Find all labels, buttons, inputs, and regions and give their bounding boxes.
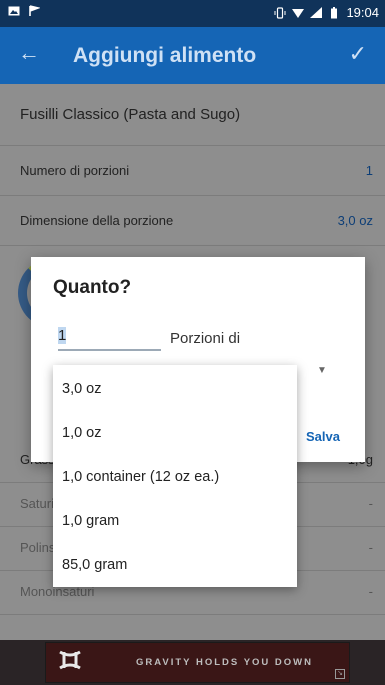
portions-label: Numero di porzioni [20, 163, 130, 178]
clock: 19:04 [346, 5, 379, 20]
ad-slogan: GRAVITY HOLDS YOU DOWN [136, 657, 314, 668]
dropdown-option[interactable]: 1,0 gram [53, 499, 297, 543]
portions-row[interactable]: Numero di porzioni 1 [0, 146, 385, 196]
portions-of-label: Porzioni di [170, 330, 241, 347]
quantity-input[interactable]: 1 [58, 327, 161, 351]
confirm-check-icon[interactable]: ✓ [349, 41, 367, 67]
portions-value: 1 [365, 163, 373, 178]
polyunsaturated-value: - [368, 540, 373, 555]
dropdown-option[interactable]: 3,0 oz [53, 367, 297, 411]
page-title: Aggiungi alimento [73, 44, 257, 67]
dialog-title: Quanto? [53, 277, 132, 298]
dropdown-option[interactable]: 85,0 gram [53, 543, 297, 587]
portion-size-label: Dimensione della porzione [20, 213, 174, 228]
dropdown-caret-icon[interactable]: ▼ [317, 365, 327, 376]
portion-size-value: 3,0 oz [337, 213, 373, 228]
battery-icon [328, 6, 340, 19]
signal-icon [310, 6, 323, 19]
saturated-label: Saturi [20, 496, 54, 511]
gallery-icon [8, 5, 20, 17]
ad-banner[interactable]: GRAVITY HOLDS YOU DOWN ↘ [0, 640, 385, 685]
quantity-input-value: 1 [58, 327, 67, 344]
back-arrow-icon[interactable]: ← [18, 40, 40, 66]
food-name-row: Fusilli Classico (Pasta and Sugo) [0, 84, 385, 146]
saturated-value: - [368, 496, 373, 511]
app-bar: ← Aggiungi alimento ✓ [0, 27, 385, 84]
portion-size-row[interactable]: Dimensione della porzione 3,0 oz [0, 196, 385, 246]
vibrate-icon [274, 6, 286, 19]
ad-close-icon[interactable]: ↘ [335, 669, 345, 679]
serving-size-dropdown: 3,0 oz 1,0 oz 1,0 container (12 oz ea.) … [53, 365, 297, 587]
wifi-icon [292, 7, 305, 19]
save-button[interactable]: Salva [306, 429, 340, 444]
brand-logo-icon [54, 649, 86, 677]
monounsaturated-value: - [368, 584, 373, 599]
status-bar: 19:04 [0, 0, 385, 27]
flag-icon [28, 5, 41, 17]
dropdown-option[interactable]: 1,0 oz [53, 411, 297, 455]
dropdown-option[interactable]: 1,0 container (12 oz ea.) [53, 455, 297, 499]
food-name: Fusilli Classico (Pasta and Sugo) [20, 106, 241, 123]
ad-creative[interactable]: GRAVITY HOLDS YOU DOWN ↘ [45, 642, 350, 683]
